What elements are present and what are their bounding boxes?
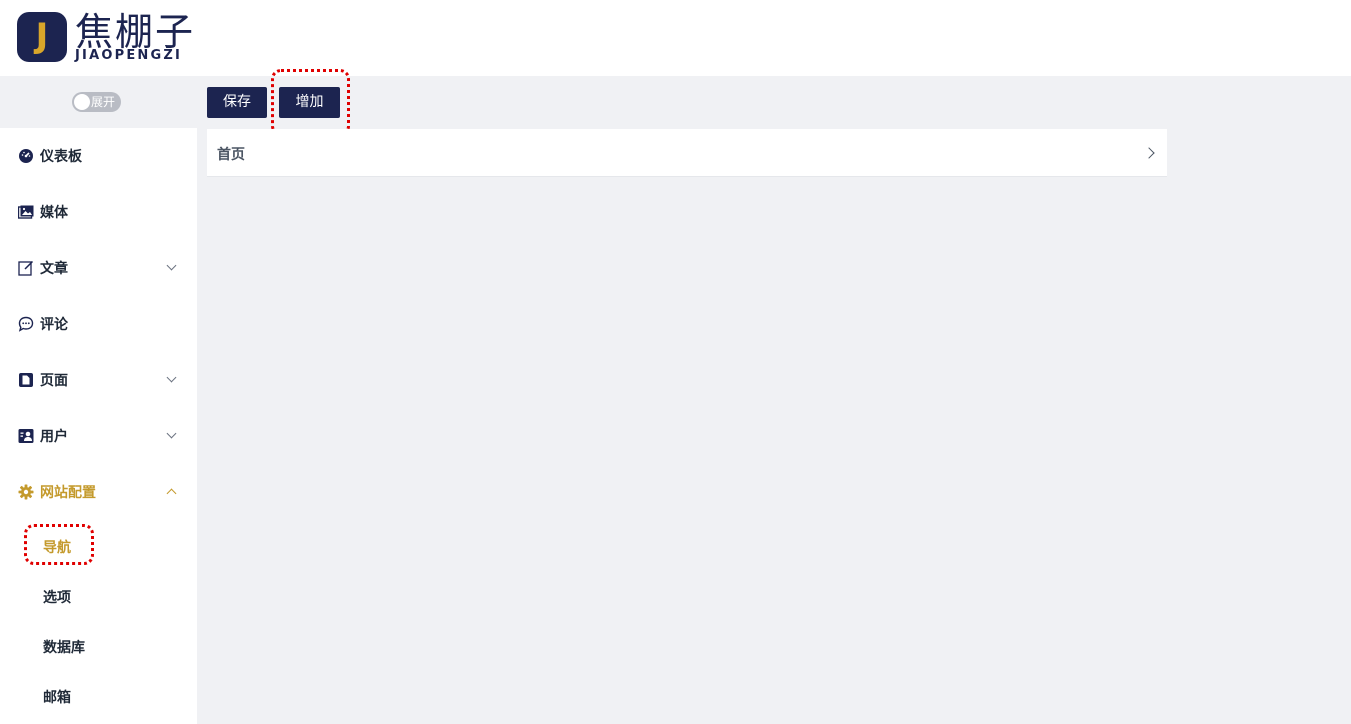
nav-list-item[interactable]: 首页 xyxy=(207,129,1167,177)
brand-logo[interactable]: J 焦棚子 JIAOPENGZI xyxy=(17,12,195,62)
logo-mark-icon: J xyxy=(17,12,67,62)
sidebar-item-label: 仪表板 xyxy=(40,149,82,165)
toggle-knob xyxy=(74,94,90,110)
save-button[interactable]: 保存 xyxy=(207,87,267,118)
brand-name-en: JIAOPENGZI xyxy=(75,48,183,63)
expand-toggle[interactable]: 展开 xyxy=(72,92,121,112)
top-header: J 焦棚子 JIAOPENGZI xyxy=(0,0,1351,76)
edit-icon xyxy=(18,260,34,276)
sidebar-item-label: 媒体 xyxy=(40,205,68,221)
sidebar-item-label: 网站配置 xyxy=(40,485,96,501)
logo-text: 焦棚子 JIAOPENGZI xyxy=(75,12,195,62)
chevron-down-icon xyxy=(166,372,177,383)
dashboard-icon xyxy=(18,148,34,164)
sidebar-item-label: 页面 xyxy=(40,373,68,389)
brand-name-cn: 焦棚子 xyxy=(75,10,196,54)
chevron-down-icon xyxy=(166,260,177,271)
sidebar: 展开 仪表板 媒体 文章 评论 页面 用户 网站配置 导航 选项 数据库 邮箱 xyxy=(0,76,197,724)
sidebar-item-articles[interactable]: 文章 xyxy=(0,240,197,296)
sidebar-item-label: 用户 xyxy=(40,429,68,445)
sidebar-item-dashboard[interactable]: 仪表板 xyxy=(0,128,197,184)
sidebar-item-media[interactable]: 媒体 xyxy=(0,184,197,240)
highlight-marker xyxy=(24,524,94,565)
sidebar-item-label: 评论 xyxy=(40,317,68,333)
user-icon xyxy=(18,428,34,444)
sidebar-item-pages[interactable]: 页面 xyxy=(0,352,197,408)
chevron-down-icon xyxy=(166,428,177,439)
sidebar-toggle-bar: 展开 xyxy=(0,76,197,128)
media-icon xyxy=(17,204,34,220)
chevron-right-icon xyxy=(1143,147,1155,159)
comment-icon xyxy=(18,316,34,332)
sub-item-mailbox[interactable]: 邮箱 xyxy=(43,687,71,707)
toggle-label: 展开 xyxy=(91,95,116,109)
logo-letter: J xyxy=(35,16,49,56)
sidebar-item-comments[interactable]: 评论 xyxy=(0,296,197,352)
page-icon xyxy=(18,372,34,388)
sub-item-options[interactable]: 选项 xyxy=(43,587,71,607)
sidebar-item-label: 文章 xyxy=(40,261,68,277)
sidebar-item-users[interactable]: 用户 xyxy=(0,408,197,464)
gear-icon xyxy=(18,484,34,500)
nav-item-label: 首页 xyxy=(217,147,245,163)
highlight-marker xyxy=(271,69,350,136)
chevron-up-icon xyxy=(166,488,177,499)
sub-item-database[interactable]: 数据库 xyxy=(43,637,85,657)
sidebar-item-site-config[interactable]: 网站配置 xyxy=(0,464,197,520)
